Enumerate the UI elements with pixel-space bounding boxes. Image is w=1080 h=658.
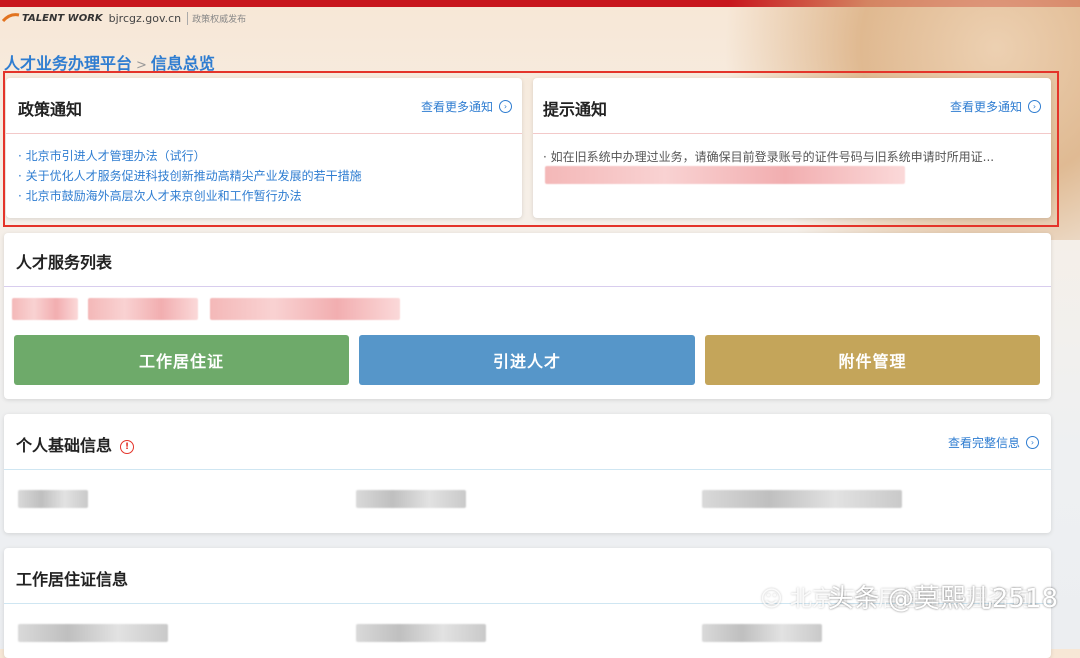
logo-swoosh-icon bbox=[2, 13, 20, 23]
redacted-field bbox=[702, 624, 822, 642]
redacted-field bbox=[356, 624, 486, 642]
personal-info-title-text: 个人基础信息 bbox=[16, 436, 113, 455]
personal-more-label: 查看完整信息 bbox=[947, 436, 1020, 450]
talent-introduction-button[interactable]: 引进人才 bbox=[359, 335, 695, 385]
site-logo[interactable]: TALENT WORK bjrcgz.gov.cn 政策权威发布 bbox=[0, 8, 246, 28]
redacted-field bbox=[356, 490, 466, 508]
personal-info-divider bbox=[4, 469, 1051, 470]
redacted-field bbox=[18, 624, 168, 642]
personal-info-card: 个人基础信息! 查看完整信息 › bbox=[4, 414, 1051, 533]
chevron-right-circle-icon: › bbox=[1026, 436, 1039, 449]
redacted-text bbox=[12, 298, 78, 320]
personal-more-link[interactable]: 查看完整信息 › bbox=[948, 434, 1039, 451]
wechat-icon: ☺ bbox=[760, 587, 783, 612]
residence-permit-button[interactable]: 工作居住证 bbox=[14, 335, 349, 385]
redacted-text bbox=[210, 298, 400, 320]
personal-info-title: 个人基础信息! bbox=[16, 432, 135, 456]
residence-permit-info-title: 工作居住证信息 bbox=[16, 570, 129, 589]
toutiao-watermark: 头条 @莫熙儿2518 bbox=[827, 584, 1058, 614]
logo-text: TALENT WORK bbox=[22, 12, 103, 24]
talent-services-title: 人才服务列表 bbox=[16, 253, 113, 272]
talent-services-divider bbox=[4, 286, 1051, 287]
site-domain: bjrcgz.gov.cn bbox=[108, 11, 182, 25]
highlight-outline bbox=[3, 71, 1059, 227]
site-slogan: 政策权威发布 bbox=[187, 11, 246, 25]
redacted-text bbox=[88, 298, 198, 320]
info-circle-icon[interactable]: ! bbox=[120, 439, 135, 454]
redacted-field bbox=[702, 490, 902, 508]
attachment-management-button[interactable]: 附件管理 bbox=[705, 335, 1040, 385]
redacted-field bbox=[18, 490, 88, 508]
